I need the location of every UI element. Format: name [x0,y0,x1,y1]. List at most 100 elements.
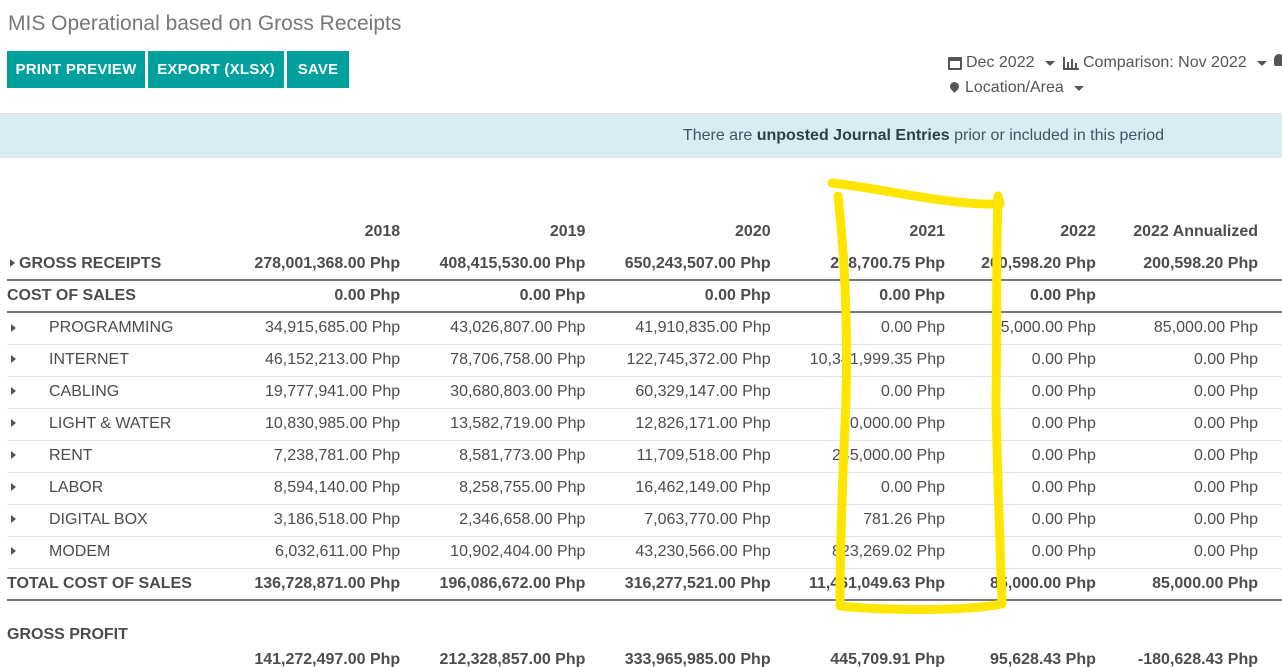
cell-value[interactable]: 0.00 Php [967,536,1118,569]
cell-value[interactable]: 10,341,999.35 Php [792,344,968,377]
table-row-cabling[interactable]: CABLING 19,777,941.00 Php 30,680,803.00 … [7,376,1282,409]
cell-value[interactable]: 7,063,770.00 Php [607,504,793,537]
cell-value[interactable]: 408,415,530.00 Php [422,248,608,281]
gross-receipts-row[interactable]: GROSS RECEIPTS 278,001,368.00 Php 408,41… [7,248,1282,281]
cell-value[interactable]: 11,709,518.00 Php [607,440,793,473]
cell-value[interactable]: 6,032,611.00 Php [237,536,423,569]
cell-value[interactable]: 200,598.20 Php [1117,248,1282,281]
cell-value[interactable]: 0.00 Php [792,472,968,505]
cell-value[interactable]: 0.00 Php [237,280,423,313]
row-label: MODEM [49,543,111,560]
cell-value[interactable]: 2,346,658.00 Php [422,504,608,537]
cell-value[interactable]: 0.00 Php [422,280,608,313]
expand-arrow-icon[interactable] [11,547,16,556]
table-row-programming[interactable]: PROGRAMMING 34,915,685.00 Php 43,026,807… [7,312,1282,345]
cell-value[interactable]: 43,026,807.00 Php [422,312,608,345]
cell-value[interactable]: 0.00 Php [967,344,1118,377]
cell-value[interactable]: 13,582,719.00 Php [422,408,608,441]
cell-value[interactable]: 0.00 Php [1117,344,1282,377]
cell-value[interactable]: 85,000.00 Php [967,568,1118,601]
expand-arrow-icon[interactable] [11,387,16,396]
cell-value[interactable]: -180,628.43 Php [1117,646,1282,667]
cell-value[interactable]: 3,186,518.00 Php [237,504,423,537]
cell-value[interactable]: 0.00 Php [967,280,1118,313]
cell-value[interactable]: 50,000.00 Php [792,408,968,441]
cell-value[interactable]: 650,243,507.00 Php [607,248,793,281]
cell-value[interactable]: 136,728,871.00 Php [237,568,423,601]
expand-arrow-icon[interactable] [11,451,16,460]
cell-value[interactable]: 0.00 Php [607,280,793,313]
expand-arrow-icon[interactable] [11,515,16,524]
cell-value[interactable]: 10,902,404.00 Php [422,536,608,569]
cell-value[interactable]: 0.00 Php [967,408,1118,441]
comparison-filter[interactable]: Comparison: Nov 2022 [1063,54,1267,72]
cell-value[interactable]: 0.00 Php [967,376,1118,409]
cell-value[interactable]: 43,230,566.00 Php [607,536,793,569]
cell-value[interactable]: 85,000.00 Php [1117,312,1282,345]
expand-arrow-icon[interactable] [10,258,15,267]
cell-value[interactable]: 78,706,758.00 Php [422,344,608,377]
cell-value[interactable]: 0.00 Php [792,280,968,313]
cell-value[interactable]: 95,628.43 Php [967,646,1118,667]
cell-value[interactable]: 316,277,521.00 Php [607,568,793,601]
cell-value[interactable]: 196,086,672.00 Php [422,568,608,601]
cell-value[interactable]: 141,272,497.00 Php [237,646,423,667]
export-xlsx-button[interactable]: EXPORT (XLSX) [148,51,284,88]
expand-arrow-icon[interactable] [11,419,16,428]
cell-value[interactable]: 10,830,985.00 Php [237,408,423,441]
cell-value[interactable]: 46,152,213.00 Php [237,344,423,377]
expand-arrow-icon[interactable] [11,355,16,364]
cell-value[interactable]: 0.00 Php [967,504,1118,537]
cell-value[interactable]: 85,000.00 Php [967,312,1118,345]
cell-value[interactable]: 8,258,755.00 Php [422,472,608,505]
cell-value[interactable]: 0.00 Php [1117,408,1282,441]
cell-value[interactable]: 34,915,685.00 Php [237,312,423,345]
cell-value[interactable]: 0.00 Php [967,472,1118,505]
table-row-light-water[interactable]: LIGHT & WATER 10,830,985.00 Php 13,582,7… [7,408,1282,441]
cell-value[interactable]: 0.00 Php [1117,440,1282,473]
cell-value[interactable]: 445,709.91 Php [792,646,968,667]
table-row-rent[interactable]: RENT 7,238,781.00 Php 8,581,773.00 Php 1… [7,440,1282,473]
table-row-labor[interactable]: LABOR 8,594,140.00 Php 8,258,755.00 Php … [7,472,1282,505]
save-button[interactable]: SAVE [287,51,349,88]
cell-value[interactable]: 8,594,140.00 Php [237,472,423,505]
cell-value[interactable]: 781.26 Php [792,504,968,537]
user-filter[interactable] [1274,54,1282,66]
table-row-digital-box[interactable]: DIGITAL BOX 3,186,518.00 Php 2,346,658.0… [7,504,1282,537]
date-filter[interactable]: Dec 2022 [948,54,1055,72]
expand-arrow-icon[interactable] [11,483,16,492]
print-preview-button[interactable]: PRINT PREVIEW [7,51,145,88]
cell-value[interactable]: 0.00 Php [1117,536,1282,569]
cell-value[interactable]: 8,581,773.00 Php [422,440,608,473]
expand-arrow-icon[interactable] [11,323,16,332]
cell-value[interactable]: 0.00 Php [967,440,1118,473]
cell-value[interactable]: 278,001,368.00 Php [237,248,423,281]
cell-value[interactable]: 30,680,803.00 Php [422,376,608,409]
cell-value[interactable] [1117,280,1282,313]
cell-value[interactable]: 85,000.00 Php [1117,568,1282,601]
cell-value[interactable]: 122,745,372.00 Php [607,344,793,377]
cell-value[interactable]: 298,700.75 Php [792,248,968,281]
cell-value[interactable]: 0.00 Php [792,376,968,409]
cell-value[interactable]: 823,269.02 Php [792,536,968,569]
location-filter[interactable]: Location/Area [948,79,1084,97]
cell-value[interactable]: 0.00 Php [792,312,968,345]
cell-value[interactable]: 245,000.00 Php [792,440,968,473]
cell-value[interactable]: 41,910,835.00 Php [607,312,793,345]
cell-value[interactable]: 60,329,147.00 Php [607,376,793,409]
cell-value[interactable]: 0.00 Php [1117,504,1282,537]
table-row-modem[interactable]: MODEM 6,032,611.00 Php 10,902,404.00 Php… [7,536,1282,569]
cell-value[interactable]: 200,598.20 Php [967,248,1118,281]
table-row-internet[interactable]: INTERNET 46,152,213.00 Php 78,706,758.00… [7,344,1282,377]
cell-value[interactable]: 7,238,781.00 Php [237,440,423,473]
unposted-entries-link[interactable]: unposted Journal Entries [757,127,950,145]
cell-value[interactable]: 16,462,149.00 Php [607,472,793,505]
row-label: LABOR [49,479,104,496]
cell-value[interactable]: 333,965,985.00 Php [607,646,793,667]
cell-value[interactable]: 11,461,049.63 Php [792,568,968,601]
cell-value[interactable]: 19,777,941.00 Php [237,376,423,409]
cell-value[interactable]: 0.00 Php [1117,376,1282,409]
cell-value[interactable]: 212,328,857.00 Php [422,646,608,667]
cell-value[interactable]: 12,826,171.00 Php [607,408,793,441]
cell-value[interactable]: 0.00 Php [1117,472,1282,505]
